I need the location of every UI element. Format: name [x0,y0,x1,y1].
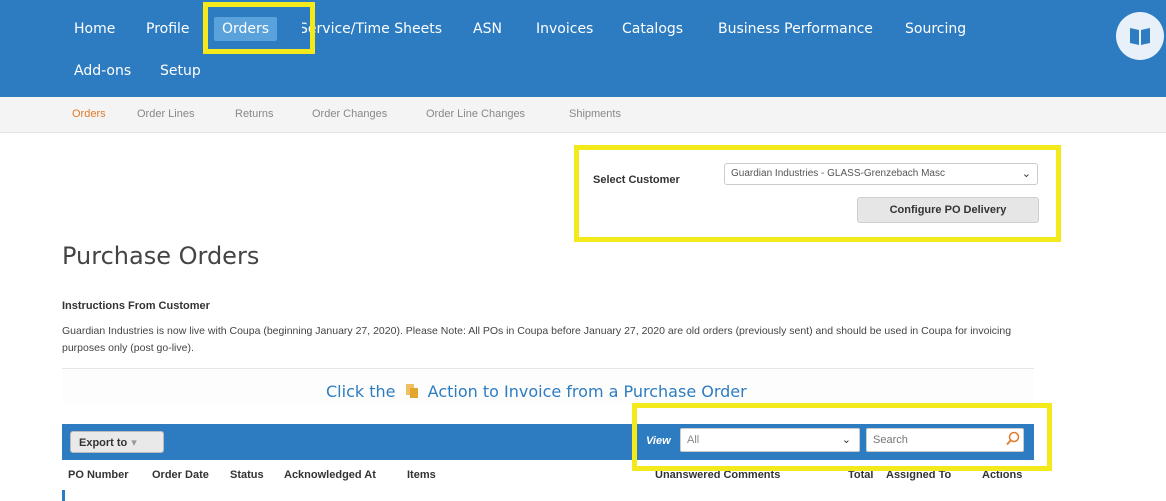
column-header-items[interactable]: Items [407,469,436,481]
nav-item-home[interactable]: Home [74,21,115,37]
invoice-banner-text: Click the Action to Invoice from a Purch… [326,382,747,403]
nav-item-invoices[interactable]: Invoices [536,21,593,37]
invoice-action-icon [405,383,419,403]
banner-text-before: Click the [326,382,396,401]
subtab-orders[interactable]: Orders [72,108,106,120]
highlight-box-customer [574,145,1061,242]
subtab-returns[interactable]: Returns [235,108,274,120]
instructions-title: Instructions From Customer [62,300,210,312]
column-header-order-date[interactable]: Order Date [152,469,209,481]
sub-navigation-bar: Orders Order Lines Returns Order Changes… [0,97,1166,133]
book-icon-glyph [1130,28,1150,45]
nav-item-catalogs[interactable]: Catalogs [622,21,683,37]
column-header-status[interactable]: Status [230,469,264,481]
export-to-label: Export to [79,437,128,449]
caret-down-icon: ▾ [131,437,137,449]
subtab-order-lines[interactable]: Order Lines [137,108,194,120]
subtab-order-line-changes[interactable]: Order Line Changes [426,108,525,120]
page-title: Purchase Orders [62,242,260,270]
nav-item-add-ons[interactable]: Add-ons [74,63,131,79]
export-to-button[interactable]: Export to ▾ [70,431,164,453]
highlight-box-orders [203,2,315,54]
nav-item-business-performance[interactable]: Business Performance [718,21,873,37]
column-header-po-number[interactable]: PO Number [68,469,129,481]
nav-item-sourcing[interactable]: Sourcing [905,21,966,37]
book-icon[interactable] [1116,12,1164,60]
nav-item-service-time-sheets[interactable]: Service/Time Sheets [302,21,442,37]
banner-text-after: Action to Invoice from a Purchase Order [427,382,747,401]
column-header-acknowledged-at[interactable]: Acknowledged At [284,469,376,481]
nav-item-setup[interactable]: Setup [160,63,201,79]
highlight-box-view-search [632,403,1052,471]
instructions-text: Guardian Industries is now live with Cou… [62,325,1012,354]
table-row[interactable] [62,490,1034,501]
subtab-shipments[interactable]: Shipments [569,108,621,120]
nav-item-asn[interactable]: ASN [473,21,502,37]
top-navigation-bar: Home Profile Orders Service/Time Sheets … [0,0,1166,97]
nav-item-profile[interactable]: Profile [146,21,190,37]
subtab-order-changes[interactable]: Order Changes [312,108,387,120]
